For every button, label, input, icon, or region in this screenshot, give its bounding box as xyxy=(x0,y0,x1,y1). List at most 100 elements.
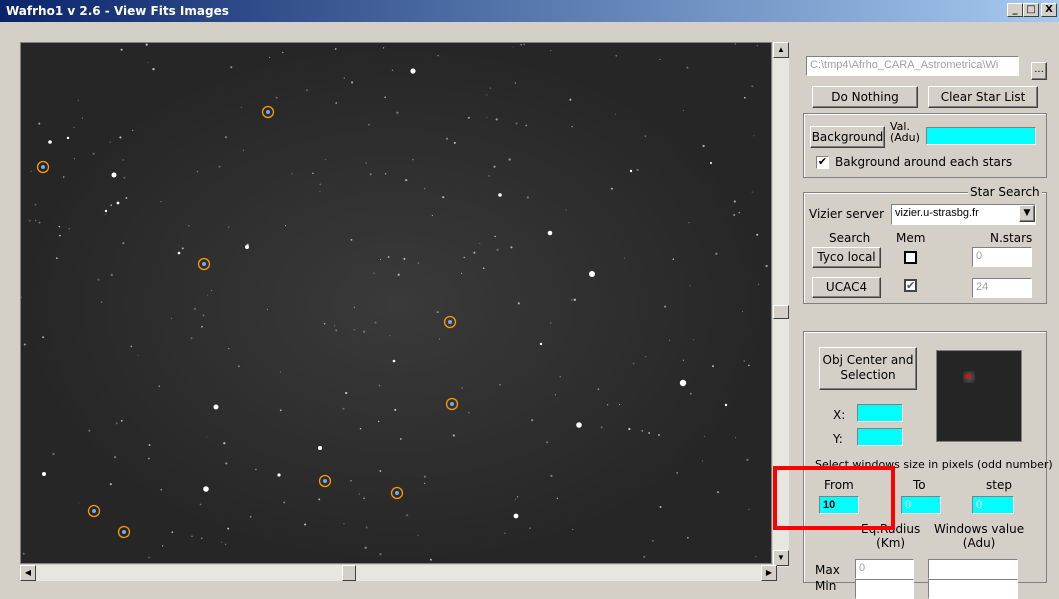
browse-button[interactable]: ... xyxy=(1031,62,1047,80)
dropdown-arrow-icon[interactable]: ▼ xyxy=(1019,205,1035,222)
y-field[interactable] xyxy=(857,428,903,446)
faint-star xyxy=(717,491,719,493)
faint-star xyxy=(354,329,355,330)
close-button[interactable]: X xyxy=(1041,3,1057,17)
faint-star xyxy=(203,315,205,317)
star-field-image[interactable] xyxy=(21,43,772,564)
faint-star xyxy=(758,284,759,285)
ucac4-button[interactable]: UCAC4 xyxy=(812,277,881,298)
file-path-field[interactable]: C:\tmp4\Afrho_CARA_Astrometrica\Wi xyxy=(806,56,1019,76)
center-marker-icon xyxy=(966,374,970,378)
faint-star xyxy=(335,329,337,331)
faint-star xyxy=(464,257,465,258)
faint-star xyxy=(109,141,110,142)
faint-star xyxy=(162,545,163,546)
bright-star xyxy=(48,140,52,144)
faint-star xyxy=(598,388,600,390)
faint-star xyxy=(690,393,692,395)
faint-star xyxy=(473,252,475,254)
bright-star xyxy=(589,271,595,277)
faint-star xyxy=(658,434,660,436)
maximize-button[interactable]: □ xyxy=(1023,3,1039,17)
eq-radius-line2: (Km) xyxy=(861,536,920,550)
faint-star xyxy=(375,322,377,324)
faint-star xyxy=(752,192,753,193)
vertical-scroll-thumb[interactable] xyxy=(773,305,789,319)
faint-star xyxy=(306,89,308,91)
faint-star xyxy=(645,356,646,357)
marked-star xyxy=(323,479,327,483)
ucac4-nstars-field[interactable]: 24 xyxy=(972,278,1032,298)
vizier-server-value: vizier.u-strasbg.fr xyxy=(895,207,979,219)
tyco-mem-checkbox[interactable] xyxy=(904,251,917,264)
faint-star xyxy=(486,94,487,95)
faint-star xyxy=(269,57,270,58)
background-around-checkbox[interactable]: ✔ xyxy=(816,156,829,169)
bright-star xyxy=(214,405,219,410)
search-column-header: Search xyxy=(829,231,870,245)
marked-star xyxy=(92,509,96,513)
faint-star xyxy=(550,322,551,323)
faint-star xyxy=(280,372,281,373)
faint-star xyxy=(571,299,572,300)
clear-star-list-button[interactable]: Clear Star List xyxy=(928,86,1038,108)
minimize-button[interactable]: _ xyxy=(1007,3,1023,17)
x-field[interactable] xyxy=(857,404,903,422)
faint-star xyxy=(734,200,736,202)
faint-star xyxy=(39,222,41,224)
faint-star xyxy=(601,426,603,428)
obj-center-selection-button[interactable]: Obj Center and Selection xyxy=(819,347,917,390)
y-label: Y: xyxy=(833,432,843,446)
scroll-left-button[interactable]: ◀ xyxy=(20,565,36,581)
faint-star xyxy=(78,100,79,101)
background-around-label: Bakground around each stars xyxy=(835,155,1012,169)
faint-star xyxy=(546,441,548,443)
bright-star xyxy=(393,360,396,363)
faint-star xyxy=(735,437,736,438)
faint-star xyxy=(137,355,138,356)
faint-star xyxy=(230,66,232,68)
horizontal-scroll-thumb[interactable] xyxy=(342,565,356,581)
faint-star xyxy=(641,430,643,432)
min-windows-value-field[interactable] xyxy=(928,579,1018,599)
min-eq-radius-field[interactable] xyxy=(855,579,914,599)
scroll-right-button[interactable]: ▶ xyxy=(761,565,777,581)
window-title: Wafrho1 v 2.6 - View Fits Images xyxy=(6,4,229,18)
bright-star xyxy=(548,231,553,236)
faint-star xyxy=(437,311,439,313)
faint-star xyxy=(756,234,758,236)
background-value-field[interactable] xyxy=(926,127,1036,145)
faint-star xyxy=(496,249,498,251)
faint-star xyxy=(496,118,498,120)
bright-star xyxy=(410,68,415,73)
scroll-down-button[interactable]: ▼ xyxy=(773,550,789,566)
vizier-server-select[interactable]: vizier.u-strasbg.fr ▼ xyxy=(891,204,1036,225)
max-eq-radius-field[interactable]: 0 xyxy=(855,559,914,579)
faint-star xyxy=(121,49,123,51)
scroll-up-button[interactable]: ▲ xyxy=(773,42,789,58)
faint-star xyxy=(73,127,74,128)
tyco-nstars-field[interactable]: 0 xyxy=(972,247,1032,267)
faint-star xyxy=(125,197,127,199)
bright-star xyxy=(514,514,519,519)
tyco-local-button[interactable]: Tyco local xyxy=(812,247,881,268)
faint-star xyxy=(93,153,95,155)
faint-star xyxy=(424,483,425,484)
bright-star xyxy=(203,486,209,492)
background-button[interactable]: Background xyxy=(810,126,885,148)
horizontal-scrollbar[interactable]: ◀ ▶ xyxy=(20,565,777,581)
do-nothing-button[interactable]: Do Nothing xyxy=(812,86,918,108)
faint-star xyxy=(255,469,257,471)
marked-star xyxy=(450,402,454,406)
ucac4-mem-checkbox[interactable]: ✔ xyxy=(904,279,917,292)
faint-star xyxy=(228,226,229,227)
step-field[interactable]: 0 xyxy=(972,496,1014,514)
faint-star xyxy=(368,124,370,126)
faint-star xyxy=(363,497,365,499)
faint-star xyxy=(147,62,148,63)
faint-star xyxy=(424,476,426,478)
fits-image-view[interactable] xyxy=(20,42,772,564)
to-field[interactable]: 0 xyxy=(901,496,941,514)
max-windows-value-field[interactable] xyxy=(928,559,1018,579)
faint-star xyxy=(191,337,193,339)
